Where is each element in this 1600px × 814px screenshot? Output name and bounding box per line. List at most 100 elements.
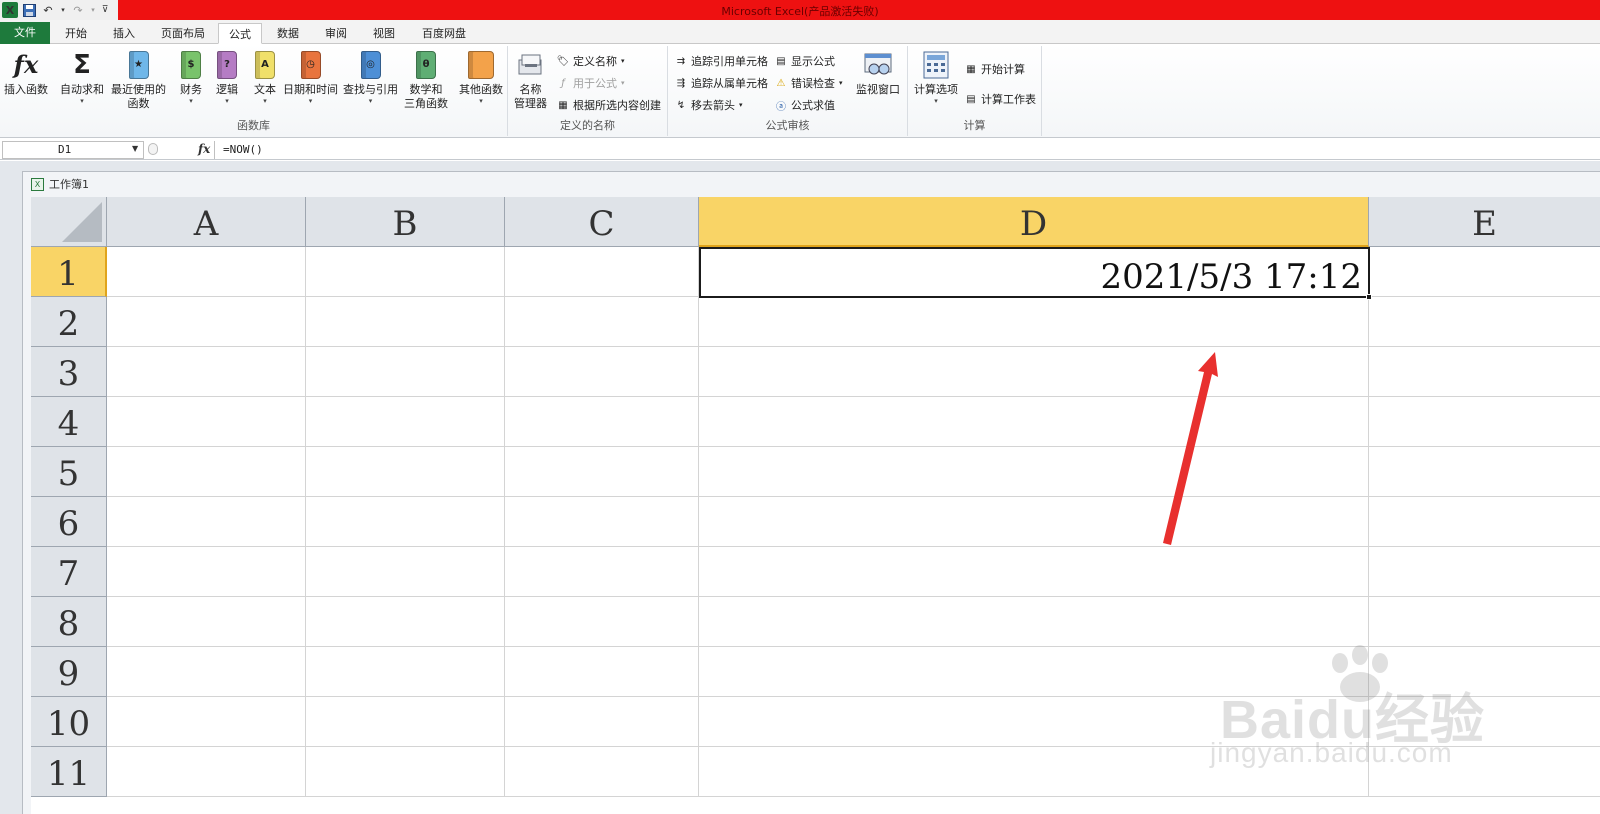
tab-home[interactable]: 开始 <box>56 23 96 44</box>
cell-e4[interactable] <box>1369 397 1600 447</box>
row-header-7[interactable]: 7 <box>31 547 107 597</box>
insert-function-button[interactable]: fx 插入函数 <box>4 50 48 97</box>
cell-e10[interactable] <box>1369 697 1600 747</box>
cell-c1[interactable] <box>505 247 699 297</box>
calculate-sheet-button[interactable]: ▤ 计算工作表 <box>964 90 1036 108</box>
cell-e5[interactable] <box>1369 447 1600 497</box>
cell-b1[interactable] <box>306 247 505 297</box>
insert-function-fx-icon[interactable]: fx <box>198 142 210 156</box>
row-header-8[interactable]: 8 <box>31 597 107 647</box>
customize-qat-icon[interactable]: ⊽ <box>100 2 110 18</box>
cell-d8[interactable] <box>699 597 1369 647</box>
cell-a4[interactable] <box>107 397 306 447</box>
cell-b3[interactable] <box>306 347 505 397</box>
cell-d10[interactable] <box>699 697 1369 747</box>
column-header-e[interactable]: E <box>1369 197 1600 247</box>
cell-c8[interactable] <box>505 597 699 647</box>
row-header-10[interactable]: 10 <box>31 697 107 747</box>
cell-d9[interactable] <box>699 647 1369 697</box>
tab-insert[interactable]: 插入 <box>104 23 144 44</box>
cell-c2[interactable] <box>505 297 699 347</box>
cell-a2[interactable] <box>107 297 306 347</box>
name-manager-button[interactable]: 名称 管理器 <box>514 50 547 111</box>
cell-a7[interactable] <box>107 547 306 597</box>
cell-b2[interactable] <box>306 297 505 347</box>
cell-c9[interactable] <box>505 647 699 697</box>
cell-b5[interactable] <box>306 447 505 497</box>
cell-c6[interactable] <box>505 497 699 547</box>
row-header-11[interactable]: 11 <box>31 747 107 797</box>
row-header-6[interactable]: 6 <box>31 497 107 547</box>
watch-window-button[interactable]: 监视窗口 <box>856 50 900 97</box>
cell-a11[interactable] <box>107 747 306 797</box>
formula-input[interactable]: =NOW() <box>214 141 1600 159</box>
tab-data[interactable]: 数据 <box>268 23 308 44</box>
cell-a9[interactable] <box>107 647 306 697</box>
cell-e1[interactable] <box>1369 247 1600 297</box>
row-header-3[interactable]: 3 <box>31 347 107 397</box>
cell-e2[interactable] <box>1369 297 1600 347</box>
name-box-dropdown-icon[interactable]: ▼ <box>132 144 138 153</box>
row-header-5[interactable]: 5 <box>31 447 107 497</box>
cell-a6[interactable] <box>107 497 306 547</box>
cell-c3[interactable] <box>505 347 699 397</box>
more-functions-button[interactable]: 其他函数 ▾ <box>459 50 503 105</box>
evaluate-formula-button[interactable]: ⓐ 公式求值 <box>774 96 835 114</box>
show-formulas-button[interactable]: ▤ 显示公式 <box>774 52 835 70</box>
cell-e3[interactable] <box>1369 347 1600 397</box>
remove-arrows-button[interactable]: ↯ 移去箭头 ▾ <box>674 96 743 114</box>
cell-d1[interactable]: 2021/5/3 17:12 <box>699 247 1370 298</box>
row-header-9[interactable]: 9 <box>31 647 107 697</box>
column-header-d[interactable]: D <box>699 197 1369 247</box>
tab-baidu-netdisk[interactable]: 百度网盘 <box>412 23 476 44</box>
cell-b8[interactable] <box>306 597 505 647</box>
error-checking-button[interactable]: ⚠ 错误检查 ▾ <box>774 74 843 92</box>
financial-button[interactable]: $ 财务 ▾ <box>176 50 206 105</box>
define-name-button[interactable]: 🏷 定义名称 ▾ <box>556 52 625 70</box>
column-header-a[interactable]: A <box>107 197 306 247</box>
lookup-button[interactable]: ◎ 查找与引用 ▾ <box>343 50 398 105</box>
cell-a1[interactable] <box>107 247 306 297</box>
cell-e8[interactable] <box>1369 597 1600 647</box>
cell-a5[interactable] <box>107 447 306 497</box>
row-header-2[interactable]: 2 <box>31 297 107 347</box>
redo-icon[interactable]: ↷ <box>70 2 86 18</box>
cell-b6[interactable] <box>306 497 505 547</box>
save-icon[interactable] <box>21 2 37 18</box>
cell-c11[interactable] <box>505 747 699 797</box>
cell-b9[interactable] <box>306 647 505 697</box>
cell-b7[interactable] <box>306 547 505 597</box>
cell-c4[interactable] <box>505 397 699 447</box>
cell-b4[interactable] <box>306 397 505 447</box>
trace-precedents-button[interactable]: ⇉ 追踪引用单元格 <box>674 52 768 70</box>
cell-d7[interactable] <box>699 547 1369 597</box>
workbook-titlebar[interactable]: X 工作簿1 <box>31 176 89 192</box>
name-box[interactable]: D1 <box>2 141 144 159</box>
cell-b10[interactable] <box>306 697 505 747</box>
cell-a8[interactable] <box>107 597 306 647</box>
logical-button[interactable]: ? 逻辑 ▾ <box>212 50 242 105</box>
trace-dependents-button[interactable]: ⇶ 追踪从属单元格 <box>674 74 768 92</box>
cell-e6[interactable] <box>1369 497 1600 547</box>
datetime-button[interactable]: ◷ 日期和时间 ▾ <box>283 50 338 105</box>
autosum-button[interactable]: Σ 自动求和 ▾ <box>60 50 104 105</box>
tab-view[interactable]: 视图 <box>364 23 404 44</box>
cell-e11[interactable] <box>1369 747 1600 797</box>
cell-c10[interactable] <box>505 697 699 747</box>
worksheet-grid[interactable]: A B C D E 1 2 3 4 5 6 7 8 9 10 11 2021/5… <box>31 197 1600 814</box>
cell-a10[interactable] <box>107 697 306 747</box>
undo-dropdown-icon[interactable]: ▾ <box>59 2 67 18</box>
text-button[interactable]: A 文本 ▾ <box>250 50 280 105</box>
math-trig-button[interactable]: θ 数学和 三角函数 <box>404 50 448 111</box>
cell-d5[interactable] <box>699 447 1369 497</box>
cell-d11[interactable] <box>699 747 1369 797</box>
tab-page-layout[interactable]: 页面布局 <box>152 23 214 44</box>
cell-c7[interactable] <box>505 547 699 597</box>
cell-d3[interactable] <box>699 347 1369 397</box>
recently-used-button[interactable]: ★ 最近使用的 函数 <box>111 50 166 111</box>
cell-e7[interactable] <box>1369 547 1600 597</box>
calculate-now-button[interactable]: ▦ 开始计算 <box>964 60 1025 78</box>
cell-d2[interactable] <box>699 297 1369 347</box>
undo-icon[interactable]: ↶ <box>40 2 56 18</box>
redo-dropdown-icon[interactable]: ▾ <box>89 2 97 18</box>
